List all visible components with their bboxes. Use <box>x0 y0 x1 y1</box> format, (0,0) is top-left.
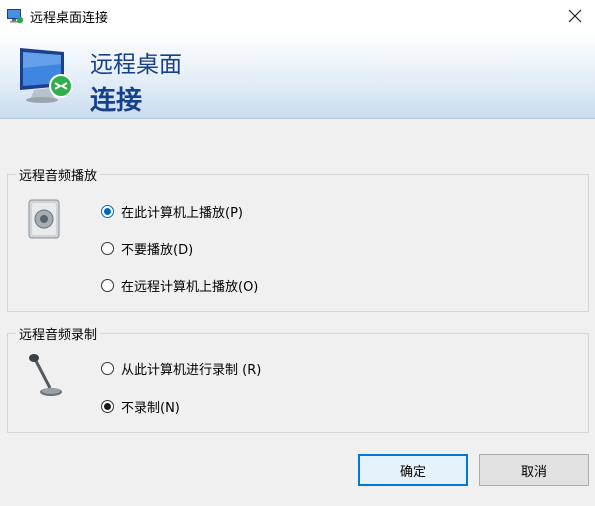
radio-button-checked[interactable] <box>101 205 114 218</box>
microphone-icon <box>29 354 62 396</box>
radio-record-local-label: 从此计算机进行录制 (R) <box>121 363 262 378</box>
radio-do-not-record[interactable]: 不录制(N) <box>101 397 180 416</box>
window-title: 远程桌面连接 <box>30 11 109 26</box>
ok-button[interactable]: 确定 <box>358 454 468 486</box>
title-bar: 远程桌面连接 <box>0 0 595 32</box>
header-banner: 远程桌面 连接 <box>0 32 595 119</box>
banner-title-line1: 远程桌面 <box>90 52 182 78</box>
close-button[interactable] <box>555 0 595 32</box>
banner-title-line2: 连接 <box>90 86 143 116</box>
remote-desktop-logo-icon <box>20 48 73 103</box>
speaker-icon <box>28 199 60 239</box>
audio-playback-group: 远程音频播放 在此计算机上播放(P) 不要播放(D) 在远程计算机上播放(O) <box>7 165 589 312</box>
remote-desktop-app-icon <box>7 9 24 24</box>
radio-do-not-record-label: 不录制(N) <box>121 401 180 416</box>
audio-recording-label: 远程音频录制 <box>16 324 101 343</box>
cancel-button[interactable]: 取消 <box>479 454 589 486</box>
radio-button[interactable] <box>101 362 114 375</box>
audio-playback-label: 远程音频播放 <box>16 165 101 184</box>
audio-recording-group: 远程音频录制 从此计算机进行录制 (R) 不录制(N) <box>7 324 589 433</box>
radio-button[interactable] <box>101 242 114 255</box>
radio-button[interactable] <box>101 279 114 292</box>
radio-play-local-label: 在此计算机上播放(P) <box>121 206 243 221</box>
radio-do-not-play-label: 不要播放(D) <box>121 243 194 258</box>
radio-record-local[interactable]: 从此计算机进行录制 (R) <box>101 359 261 378</box>
radio-button-checked[interactable] <box>101 400 114 413</box>
radio-play-local[interactable]: 在此计算机上播放(P) <box>101 202 243 221</box>
radio-play-remote-label: 在远程计算机上播放(O) <box>121 280 259 295</box>
radio-do-not-play[interactable]: 不要播放(D) <box>101 239 193 258</box>
close-icon <box>568 9 582 23</box>
radio-play-remote[interactable]: 在远程计算机上播放(O) <box>101 276 258 295</box>
